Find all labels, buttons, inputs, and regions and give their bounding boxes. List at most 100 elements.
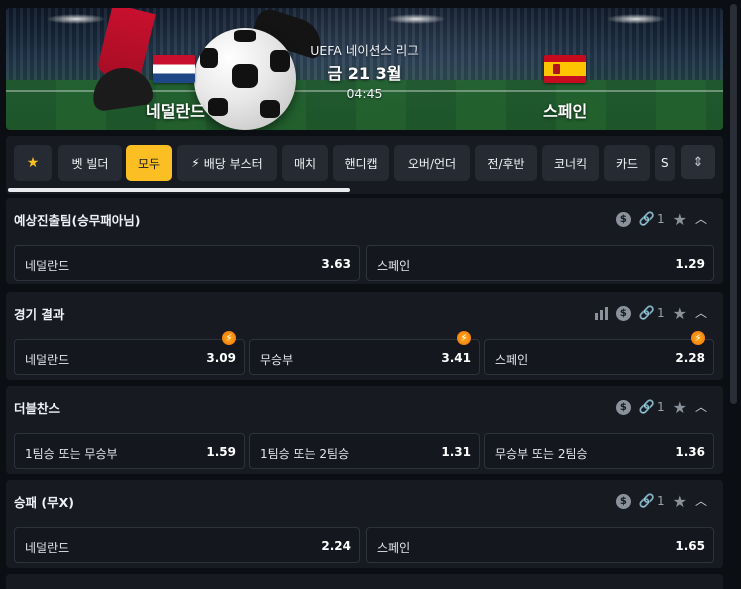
market-title: 승패 (무X) [14,495,74,510]
star-icon[interactable]: ★ [673,210,687,229]
odds-value: 3.09 [206,351,236,365]
home-team-name: 네덜란드 [146,102,205,121]
filter-scroll-indicator[interactable] [8,188,350,192]
link-count: 1 [657,212,665,226]
odds-button[interactable]: 스페인 1.65 [366,527,714,563]
market-header[interactable]: 경기 결과 $ 🔗 1 ★ ︿ [6,292,723,332]
odds-label: 스페인 [495,353,529,367]
odds-button[interactable]: 네덜란드 2.24 [14,527,360,563]
collapse-all-button[interactable]: ⇕ [681,145,715,179]
odds-button[interactable]: 무승부 또는 2팀승 1.36 [484,433,714,469]
star-icon[interactable]: ★ [673,304,687,323]
chevron-up-icon[interactable]: ︿ [695,492,707,509]
market-card: 예상진출팀(승무패아님) $ 🔗 1 ★ ︿ 네덜란드 3.63 스페인 1.2… [6,198,723,284]
filter-label: S [661,156,669,170]
market-filter-bar: ★ 벳 빌더 모두 ⚡ 배당 부스터 매치 핸디캡 오버/언더 전/후반 코너킥… [6,136,723,194]
market-title: 더블찬스 [14,401,61,416]
filter-corners[interactable]: 코너킥 [542,145,599,181]
odds-button[interactable]: ⚡ 네덜란드 3.09 [14,331,245,375]
market-header[interactable]: 더블찬스 $ 🔗 1 ★ ︿ [6,386,723,426]
star-icon[interactable]: ★ [673,398,687,417]
page-scrollbar-thumb[interactable] [730,4,737,404]
bolt-icon: ⚡ [191,156,200,170]
chevron-up-icon[interactable]: ︿ [695,210,707,227]
link-icon[interactable]: 🔗 [639,494,655,509]
market-header[interactable]: 예상진출팀(승무패아님) $ 🔗 1 ★ ︿ [6,198,723,238]
match-date: 금 21 3월 [327,64,402,83]
link-icon[interactable]: 🔗 [639,212,655,227]
filter-label: 벳 빌더 [71,156,109,171]
filter-bet-builder[interactable]: 벳 빌더 [58,145,122,181]
boost-icon: ⚡ [222,331,236,345]
odds-value: 1.31 [441,445,471,459]
away-team-name: 스페인 [543,102,588,121]
stats-icon[interactable] [594,306,608,320]
cash-out-icon[interactable]: $ [615,399,631,415]
filter-over-under[interactable]: 오버/언더 [394,145,470,181]
link-count: 1 [657,494,665,508]
stadium-light [606,14,666,24]
odds-label: 무승부 [260,353,294,367]
filter-label: 코너킥 [553,156,588,171]
market-tools: $ 🔗 1 ★ ︿ [594,304,707,323]
odds-button[interactable]: ⚡ 스페인 2.28 [484,331,714,375]
filter-halves[interactable]: 전/후반 [475,145,537,181]
star-icon[interactable]: ★ [673,492,687,511]
filter-match[interactable]: 매치 [282,145,328,181]
filter-label: 매치 [293,156,317,171]
odds-value: 1.29 [675,257,705,271]
chevron-up-icon[interactable]: ︿ [695,398,707,415]
market-header[interactable]: 승패 (무X) $ 🔗 1 ★ ︿ [6,480,723,520]
odds-button[interactable]: 스페인 1.29 [366,245,714,281]
market-title: 예상진출팀(승무패아님) [14,213,141,228]
boost-icon: ⚡ [457,331,471,345]
stadium-light [386,14,446,24]
odds-label: 1팀승 또는 2팀승 [260,447,350,461]
odds-value: 2.24 [321,539,351,553]
market-tools: $ 🔗 1 ★ ︿ [615,492,707,511]
chevron-up-icon[interactable]: ︿ [695,304,707,321]
odds-label: 네덜란드 [25,353,70,367]
odds-value: 1.59 [206,445,236,459]
link-count: 1 [657,400,665,414]
filter-handicap[interactable]: 핸디캡 [333,145,389,181]
cash-out-icon[interactable]: $ [615,305,631,321]
collapse-icon: ⇕ [692,154,704,170]
market-card: 경기 결과 $ 🔗 1 ★ ︿ ⚡ 네덜란드 3.09 ⚡ 무승부 3.41 ⚡… [6,292,723,380]
filter-label: 오버/언더 [407,156,457,171]
market-title: 경기 결과 [14,307,65,322]
odds-value: 3.41 [441,351,471,365]
league-name: UEFA 네이션스 리그 [310,43,419,58]
link-count: 1 [657,306,665,320]
filter-label: 핸디캡 [344,156,378,171]
market-card: 더블찬스 $ 🔗 1 ★ ︿ 1팀승 또는 무승부 1.59 1팀승 또는 2팀… [6,386,723,474]
odds-value: 2.28 [675,351,705,365]
stadium-light [46,14,106,24]
odds-button[interactable]: ⚡ 무승부 3.41 [249,331,480,375]
odds-label: 스페인 [377,259,411,273]
odds-button[interactable]: 네덜란드 3.63 [14,245,360,281]
page-scrollbar[interactable] [727,0,741,589]
filter-cards[interactable]: 카드 [604,145,650,181]
filter-more-partial[interactable]: S [655,145,675,181]
filter-label: 모두 [137,156,161,171]
market-card-partial [6,574,723,589]
link-icon[interactable]: 🔗 [639,306,655,321]
filter-label: 전/후반 [487,156,525,171]
market-tools: $ 🔗 1 ★ ︿ [615,210,707,229]
cash-out-icon[interactable]: $ [615,211,631,227]
star-icon: ★ [26,155,40,171]
filter-favorites[interactable]: ★ [14,145,52,181]
filter-odds-booster[interactable]: ⚡ 배당 부스터 [177,145,277,181]
odds-value: 3.63 [321,257,351,271]
filter-all[interactable]: 모두 [126,145,172,181]
odds-label: 무승부 또는 2팀승 [495,447,588,461]
market-tools: $ 🔗 1 ★ ︿ [615,398,707,417]
odds-label: 네덜란드 [25,259,70,273]
link-icon[interactable]: 🔗 [639,400,655,415]
match-time: 04:45 [346,86,383,101]
odds-button[interactable]: 1팀승 또는 2팀승 1.31 [249,433,480,469]
cash-out-icon[interactable]: $ [615,493,631,509]
filter-label: 배당 부스터 [203,156,263,171]
odds-button[interactable]: 1팀승 또는 무승부 1.59 [14,433,245,469]
